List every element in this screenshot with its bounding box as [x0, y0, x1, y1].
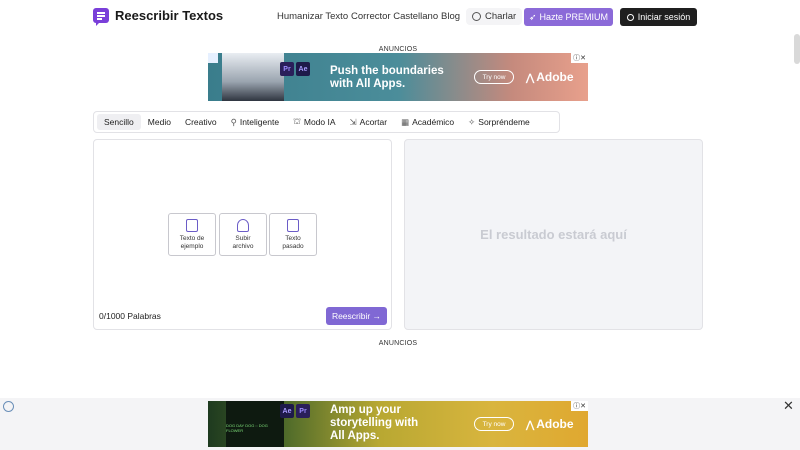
ads-label-top: ANUNCIOS: [378, 46, 418, 53]
charlar-label: Charlar: [485, 11, 517, 22]
sample-text-line1: Texto de: [179, 235, 205, 242]
output-panel: El resultado estará aquí: [404, 139, 703, 330]
charlar-button[interactable]: Charlar: [466, 8, 523, 25]
ad-banner-top[interactable]: Pr Ae Push the boundaries with All Apps.…: [208, 53, 588, 101]
cloud-upload-icon: [237, 219, 249, 232]
login-label: Iniciar sesión: [637, 12, 691, 22]
tab-inteligente-label: Inteligente: [239, 117, 280, 127]
page-scrollbar[interactable]: [794, 34, 800, 64]
adobe-brand: Adobe: [536, 70, 574, 84]
tab-creativo-label: Creativo: [184, 117, 217, 127]
login-button[interactable]: Iniciar sesión: [620, 8, 697, 26]
rewrite-mode-tabs: Sencillo Medio Creativo ⚲ Inteligente ⛫ Mo…: [93, 111, 560, 133]
upload-file-line1: Subir: [235, 235, 251, 242]
clipboard-icon: [287, 219, 299, 232]
premiere-badge-icon: Pr: [296, 404, 310, 418]
sample-text-label: Texto de ejemplo: [180, 235, 205, 251]
ad-try-now-button[interactable]: Try now: [474, 70, 514, 84]
tab-acortar[interactable]: ⇲ Acortar: [343, 114, 395, 130]
tab-acortar-label: Acortar: [359, 117, 388, 127]
sparkle-icon: ✧: [468, 116, 476, 127]
adobe-logo: ⋀ Adobe: [526, 70, 574, 84]
tab-sorprendeme-label: Sorpréndeme: [478, 117, 530, 127]
upload-file-label: Subir archivo: [233, 235, 254, 251]
logo-chat-icon: [93, 8, 109, 26]
sample-text-line2: ejemplo: [180, 243, 204, 250]
tab-sencillo[interactable]: Sencillo: [97, 114, 141, 130]
tab-modo-ia[interactable]: ⛫ Modo IA: [286, 114, 342, 130]
shorten-icon: ⇲: [349, 116, 357, 127]
ad-banner-bottom[interactable]: DOG DAY DOG :: DOG FLOWER Ae Pr Amp up y…: [208, 401, 588, 447]
tab-medio-label: Medio: [147, 117, 171, 127]
logo-text: Reescribir Textos: [115, 8, 224, 23]
robot-icon: ⛫: [293, 116, 301, 126]
nav-blog[interactable]: Blog: [441, 11, 460, 22]
ad-bottom-headline: Amp up your storytelling with All Apps.: [330, 404, 418, 443]
tab-academico-label: Académico: [412, 117, 455, 127]
tab-medio[interactable]: Medio: [141, 114, 178, 130]
ad-bottom-photo: DOG DAY DOG :: DOG FLOWER: [226, 401, 284, 447]
premium-button[interactable]: ➶ Hazte PREMIUM: [524, 8, 613, 26]
chat-bubble-icon: [472, 12, 481, 21]
nav-humanizar-texto[interactable]: Humanizar Texto: [277, 11, 348, 22]
paste-text-label: Texto pasado: [282, 235, 303, 251]
ad-bottom-close-icon[interactable]: ⓘ✕: [571, 401, 588, 411]
paste-text-button[interactable]: Texto pasado: [269, 213, 317, 256]
rocket-icon: ➶: [528, 11, 537, 22]
upload-file-button[interactable]: Subir archivo: [219, 213, 267, 256]
after-effects-badge-icon: Ae: [280, 404, 294, 418]
academic-icon: ▦: [401, 116, 410, 127]
nav-corrector-castellano[interactable]: Corrector Castellano: [351, 11, 438, 22]
ad-bottom-headline-line1: Amp up your: [330, 404, 401, 416]
ad-bottom-headline-line2: storytelling with: [330, 417, 419, 429]
close-bottom-ad-icon[interactable]: ✕: [783, 398, 794, 414]
ad-headline-line1: Push the boundaries: [330, 65, 444, 77]
paste-text-line2: pasado: [282, 243, 304, 250]
ad-bottom-headline-line3: All Apps.: [330, 430, 380, 442]
user-icon: [626, 13, 634, 21]
tab-modo-ia-label: Modo IA: [303, 117, 336, 127]
adobe-brand-bottom: Adobe: [536, 417, 574, 431]
tab-creativo[interactable]: Creativo: [178, 114, 224, 130]
ads-label-bottom: ANUNCIOS: [378, 340, 418, 347]
output-placeholder: El resultado estará aquí: [480, 227, 627, 242]
ad-photo: [222, 53, 284, 101]
tab-inteligente[interactable]: ⚲ Inteligente: [224, 114, 286, 130]
ad-info-icon[interactable]: [208, 53, 218, 63]
tab-sorprendeme[interactable]: ✧ Sorpréndeme: [461, 114, 537, 130]
logo[interactable]: Reescribir Textos: [93, 8, 224, 26]
premium-label: Hazte PREMIUM: [539, 12, 609, 22]
premiere-badge-icon: Pr: [280, 62, 294, 76]
rewrite-button[interactable]: Reescribir →: [326, 307, 387, 325]
ad-headline: Push the boundaries with All Apps.: [330, 65, 444, 91]
word-count: 0/1000 Palabras: [99, 311, 161, 321]
input-text-area[interactable]: Texto de ejemplo Subir archivo Texto pas…: [93, 139, 392, 330]
adobe-logo-bottom: ⋀ Adobe: [526, 417, 574, 431]
document-icon: [186, 219, 198, 232]
bulb-icon: ⚲: [230, 116, 237, 127]
tab-sencillo-label: Sencillo: [104, 117, 134, 127]
sample-text-button[interactable]: Texto de ejemplo: [168, 213, 216, 256]
paste-text-line1: Texto: [285, 235, 301, 242]
after-effects-badge-icon: Ae: [296, 62, 310, 76]
upload-file-line2: archivo: [232, 243, 254, 250]
top-header: Reescribir Textos Humanizar Texto Correc…: [0, 0, 800, 34]
ad-close-icon[interactable]: ⓘ✕: [571, 53, 588, 63]
ad-refresh-icon[interactable]: [3, 401, 14, 412]
ad-headline-line2: with All Apps.: [330, 78, 406, 90]
ad-bottom-try-now-button[interactable]: Try now: [474, 417, 514, 431]
tab-academico[interactable]: ▦ Académico: [394, 114, 461, 130]
